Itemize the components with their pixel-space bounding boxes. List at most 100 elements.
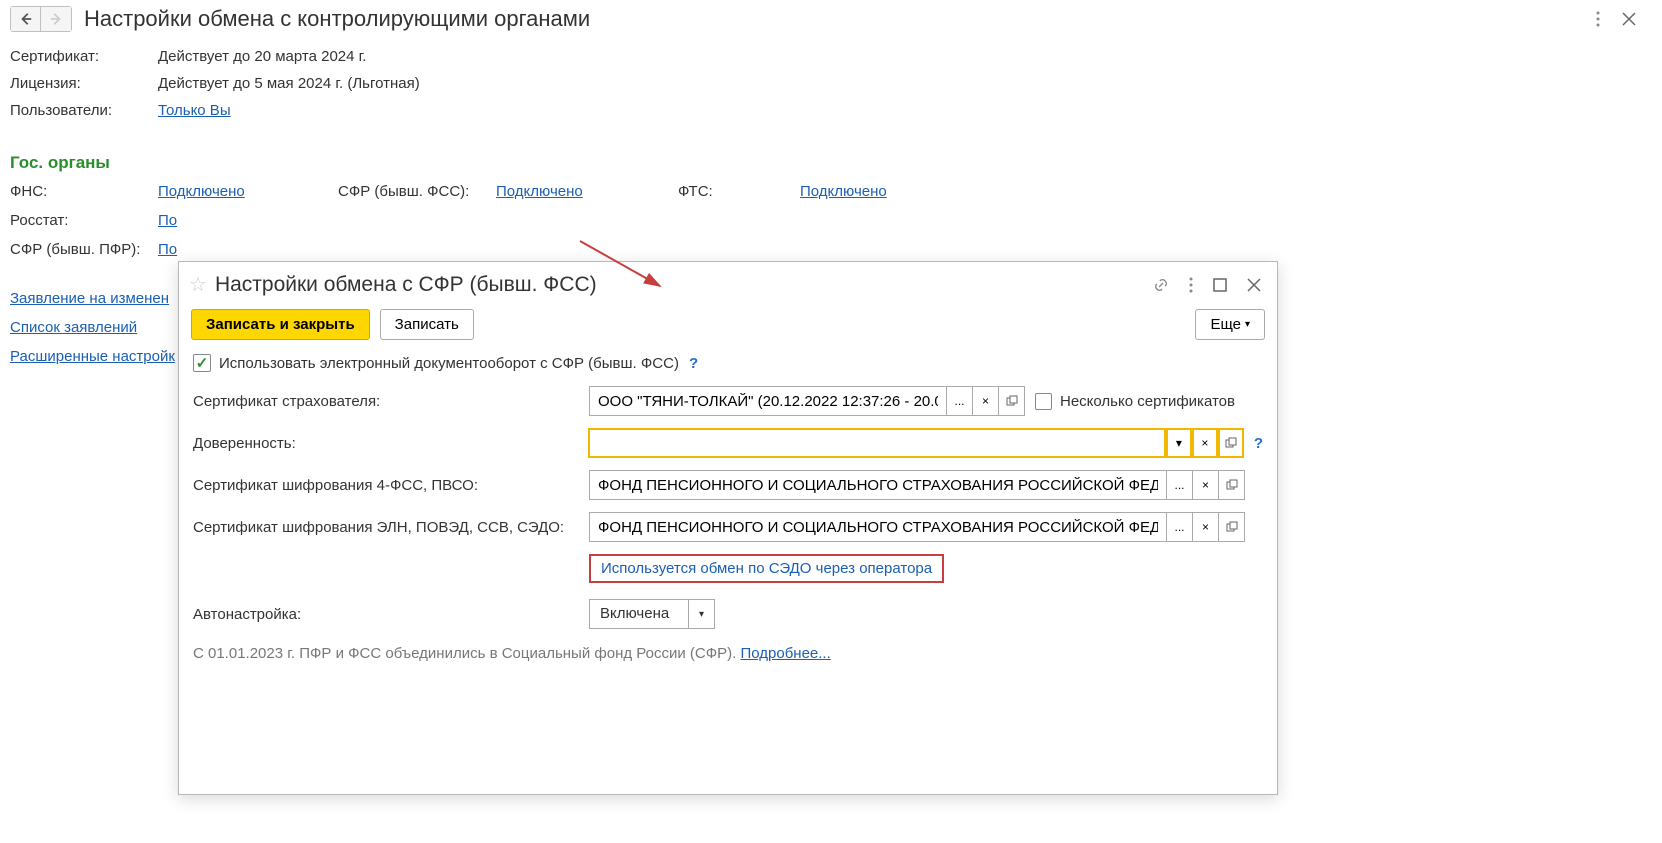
cert-insurer-open-button[interactable] bbox=[999, 386, 1025, 416]
cert-eln-clear-button[interactable]: × bbox=[1193, 512, 1219, 542]
maximize-icon bbox=[1213, 278, 1227, 292]
open-icon bbox=[1226, 479, 1238, 491]
favorite-star-icon[interactable]: ☆ bbox=[189, 272, 207, 297]
gov-row-1: ФНС: Подключено СФР (бывш. ФСС): Подключ… bbox=[10, 183, 1652, 200]
open-icon bbox=[1226, 521, 1238, 533]
use-edo-checkbox[interactable] bbox=[193, 354, 211, 372]
info-row-cert: Сертификат: Действует до 20 марта 2024 г… bbox=[10, 48, 1652, 65]
dialog-header: ☆ Настройки обмена с СФР (бывш. ФСС) bbox=[179, 262, 1277, 303]
fts-link[interactable]: Подключено bbox=[800, 183, 887, 200]
footnote-link[interactable]: Подробнее... bbox=[740, 645, 830, 662]
dialog-more-button[interactable] bbox=[1187, 275, 1195, 295]
dialog-sfr-settings: ☆ Настройки обмена с СФР (бывш. ФСС) Зап… bbox=[178, 261, 1278, 795]
sfr-fss-label: СФР (бывш. ФСС): bbox=[338, 183, 496, 200]
gov-grid: ФНС: Подключено СФР (бывш. ФСС): Подключ… bbox=[0, 183, 1662, 258]
rosstat-link[interactable]: По bbox=[158, 212, 177, 229]
info-row-license: Лицензия: Действует до 5 мая 2024 г. (Ль… bbox=[10, 75, 1652, 92]
sfr-pfr-label: СФР (бывш. ПФР): bbox=[10, 241, 158, 258]
power-attorney-input[interactable] bbox=[588, 428, 1166, 458]
gov-row-2: Росстат: По bbox=[10, 212, 1652, 229]
license-value: Действует до 5 мая 2024 г. (Льготная) bbox=[158, 75, 420, 92]
gov-row-3: СФР (бывш. ПФР): По bbox=[10, 241, 1652, 258]
help-icon[interactable]: ? bbox=[689, 355, 698, 372]
more-button[interactable]: Еще ▾ bbox=[1195, 309, 1265, 340]
nav-buttons bbox=[10, 6, 72, 32]
save-button[interactable]: Записать bbox=[380, 309, 474, 340]
power-attorney-open-button[interactable] bbox=[1218, 428, 1244, 458]
save-close-button[interactable]: Записать и закрыть bbox=[191, 309, 370, 340]
auto-row: Автонастройка: Включена ▾ bbox=[193, 599, 1263, 629]
link-icon bbox=[1153, 277, 1169, 293]
cert-eln-label: Сертификат шифрования ЭЛН, ПОВЭД, ССВ, С… bbox=[193, 519, 589, 536]
fts-label: ФТС: bbox=[678, 183, 800, 200]
info-row-users: Пользователи: Только Вы bbox=[10, 102, 1652, 119]
sedo-highlight-box: Используется обмен по СЭДО через операто… bbox=[589, 554, 944, 583]
cert-eln-row: Сертификат шифрования ЭЛН, ПОВЭД, ССВ, С… bbox=[193, 512, 1263, 542]
close-icon bbox=[1622, 12, 1636, 26]
forward-button[interactable] bbox=[41, 7, 71, 31]
cert-label: Сертификат: bbox=[10, 48, 158, 65]
auto-select-arrow[interactable]: ▾ bbox=[689, 599, 715, 629]
cert-eln-input-wrap: ... × bbox=[589, 512, 1245, 542]
kebab-icon bbox=[1189, 277, 1193, 293]
power-attorney-label: Доверенность: bbox=[193, 435, 588, 452]
cert-insurer-row: Сертификат страхователя: ... × Несколько… bbox=[193, 386, 1263, 416]
use-edo-label: Использовать электронный документооборот… bbox=[219, 355, 679, 372]
power-attorney-input-wrap: ▾ × bbox=[588, 428, 1244, 458]
back-button[interactable] bbox=[11, 7, 41, 31]
arrow-right-icon bbox=[49, 12, 63, 26]
dialog-close-button[interactable] bbox=[1245, 276, 1263, 294]
header-actions bbox=[1594, 9, 1638, 29]
more-menu-button[interactable] bbox=[1594, 9, 1602, 29]
sedo-link[interactable]: Используется обмен по СЭДО через операто… bbox=[601, 560, 932, 577]
dialog-link-button[interactable] bbox=[1151, 275, 1171, 295]
cert-4fss-open-button[interactable] bbox=[1219, 470, 1245, 500]
footnote-text: С 01.01.2023 г. ПФР и ФСС объединились в… bbox=[193, 645, 740, 662]
open-icon bbox=[1225, 437, 1237, 449]
cert-4fss-label: Сертификат шифрования 4-ФСС, ПВСО: bbox=[193, 477, 589, 494]
cert-insurer-input[interactable] bbox=[589, 386, 947, 416]
cert-insurer-ellipsis-button[interactable]: ... bbox=[947, 386, 973, 416]
users-label: Пользователи: bbox=[10, 102, 158, 119]
chevron-down-icon: ▾ bbox=[1245, 319, 1250, 330]
close-icon bbox=[1247, 278, 1261, 292]
sfr-pfr-link[interactable]: По bbox=[158, 241, 177, 258]
footnote: С 01.01.2023 г. ПФР и ФСС объединились в… bbox=[193, 645, 1263, 662]
sfr-fss-link[interactable]: Подключено bbox=[496, 183, 583, 200]
gov-heading: Гос. органы bbox=[0, 149, 1662, 183]
close-main-button[interactable] bbox=[1620, 10, 1638, 28]
arrow-left-icon bbox=[19, 12, 33, 26]
multiple-certs-label: Несколько сертификатов bbox=[1060, 393, 1235, 410]
cert-4fss-row: Сертификат шифрования 4-ФСС, ПВСО: ... × bbox=[193, 470, 1263, 500]
cert-4fss-clear-button[interactable]: × bbox=[1193, 470, 1219, 500]
power-attorney-dropdown-button[interactable]: ▾ bbox=[1166, 428, 1192, 458]
dialog-body: Использовать электронный документооборот… bbox=[179, 350, 1277, 666]
main-header: Настройки обмена с контролирующими орган… bbox=[0, 0, 1662, 42]
fns-link[interactable]: Подключено bbox=[158, 183, 245, 200]
users-link[interactable]: Только Вы bbox=[158, 102, 231, 119]
auto-select[interactable]: Включена bbox=[589, 599, 689, 629]
kebab-icon bbox=[1596, 11, 1600, 27]
info-section: Сертификат: Действует до 20 марта 2024 г… bbox=[0, 42, 1662, 149]
dialog-maximize-button[interactable] bbox=[1211, 276, 1229, 294]
dialog-header-actions bbox=[1151, 275, 1263, 295]
cert-insurer-input-wrap: ... × bbox=[589, 386, 1025, 416]
cert-4fss-input[interactable] bbox=[589, 470, 1167, 500]
cert-insurer-clear-button[interactable]: × bbox=[973, 386, 999, 416]
more-button-label: Еще bbox=[1210, 316, 1241, 333]
cert-4fss-ellipsis-button[interactable]: ... bbox=[1167, 470, 1193, 500]
sedo-row: Используется обмен по СЭДО через операто… bbox=[589, 554, 1263, 583]
cert-eln-open-button[interactable] bbox=[1219, 512, 1245, 542]
arrow-annotation bbox=[575, 236, 675, 296]
multiple-certs-checkbox[interactable] bbox=[1035, 393, 1052, 410]
power-attorney-clear-button[interactable]: × bbox=[1192, 428, 1218, 458]
power-attorney-row: Доверенность: ▾ × ? bbox=[193, 428, 1263, 458]
use-edo-row: Использовать электронный документооборот… bbox=[193, 354, 1263, 372]
help-icon[interactable]: ? bbox=[1254, 435, 1263, 452]
dialog-title: Настройки обмена с СФР (бывш. ФСС) bbox=[215, 273, 1151, 297]
auto-select-wrap: Включена ▾ bbox=[589, 599, 715, 629]
license-label: Лицензия: bbox=[10, 75, 158, 92]
cert-eln-ellipsis-button[interactable]: ... bbox=[1167, 512, 1193, 542]
open-icon bbox=[1006, 395, 1018, 407]
cert-eln-input[interactable] bbox=[589, 512, 1167, 542]
